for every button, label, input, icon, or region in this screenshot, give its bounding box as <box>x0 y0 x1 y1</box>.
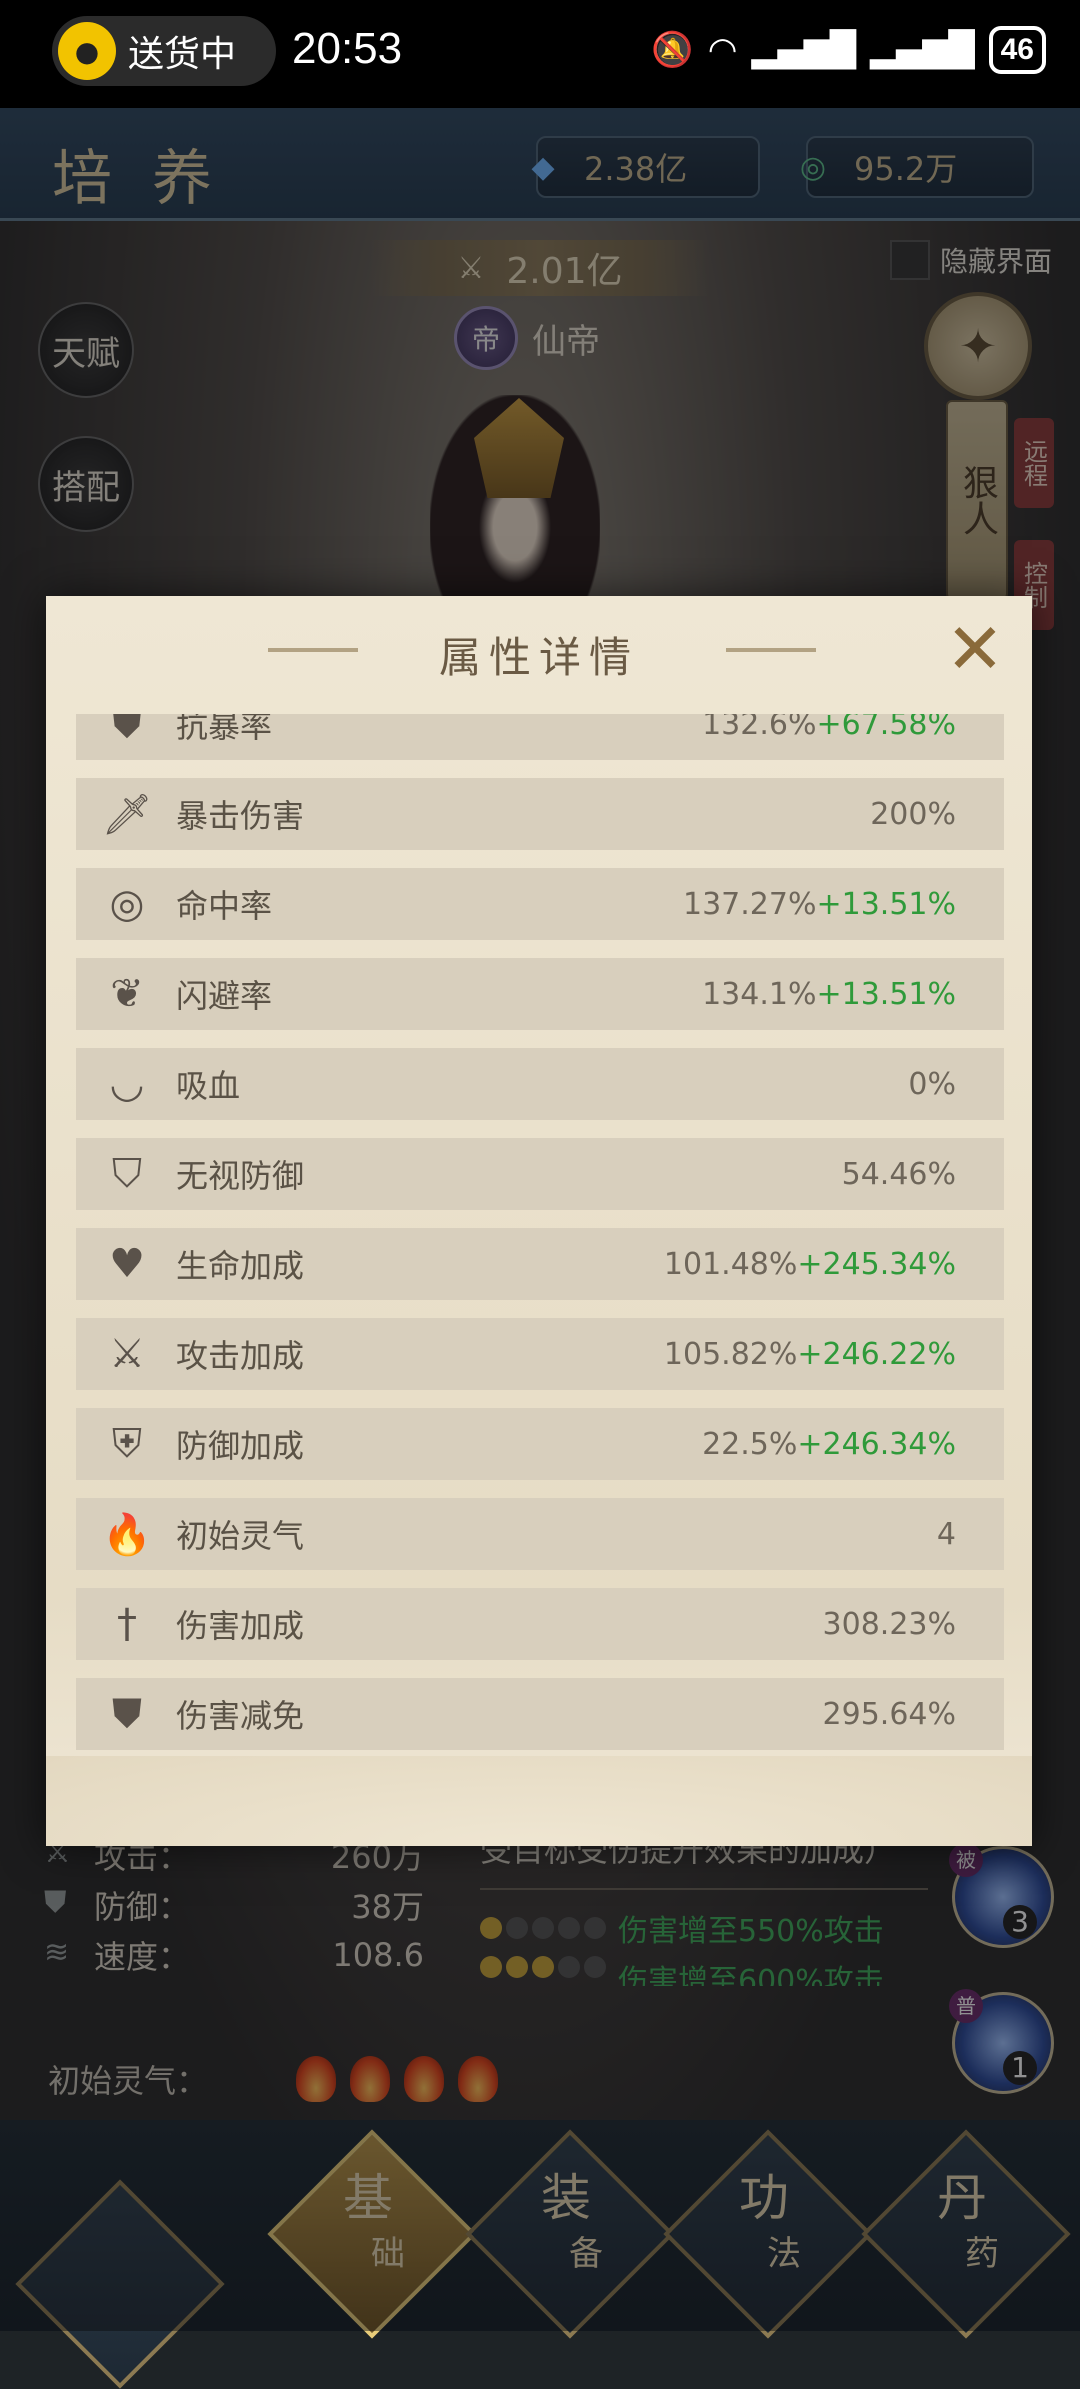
attribute-value: 101.48%+245.34% <box>664 1247 956 1282</box>
shield-plus-icon: ⛨ <box>112 1421 142 1467</box>
shield-icon: ⛊ <box>112 714 142 747</box>
signal-icon: ▂▄▆█ <box>751 30 857 70</box>
attribute-row: 🔥 初始灵气 4 <box>76 1498 1004 1570</box>
attribute-name: 吸血 <box>176 1067 241 1105</box>
wing-icon: ❦ <box>110 971 144 1017</box>
attribute-base-value: 22.5% <box>702 1426 798 1462</box>
attribute-value: 54.46% <box>842 1157 956 1192</box>
flame-icon: 🔥 <box>102 1511 152 1558</box>
attribute-bonus-value: +13.51% <box>816 976 956 1012</box>
attribute-value: 105.82%+246.22% <box>664 1337 956 1372</box>
attribute-bonus-value: +246.34% <box>797 1426 956 1462</box>
attribute-base-value: 101.48% <box>663 1246 798 1282</box>
battery-indicator: 46 <box>988 26 1046 74</box>
target-icon: ◎ <box>109 881 145 927</box>
wifi-icon: ◠ <box>707 30 738 70</box>
attribute-name: 闪避率 <box>176 977 273 1015</box>
attribute-name: 初始灵气 <box>176 1517 305 1555</box>
attribute-value: 4 <box>937 1517 956 1552</box>
attribute-bonus-value: +246.22% <box>797 1336 956 1372</box>
attribute-value: 137.27%+13.51% <box>683 887 956 922</box>
status-bar: ● 送货中 20:53 🔕 ◠ ▂▄▆█ ▂▄▆█ 46 <box>0 0 1080 108</box>
attribute-base-value: 132.6% <box>702 714 817 742</box>
clock: 20:53 <box>292 24 403 73</box>
delivery-label: 送货中 <box>128 34 237 75</box>
heart-plus-icon: ♥ <box>109 1241 145 1287</box>
attribute-name: 暴击伤害 <box>176 797 305 835</box>
attribute-row: ♥ 生命加成 101.48%+245.34% <box>76 1228 1004 1300</box>
attribute-row: ◡ 吸血 0% <box>76 1048 1004 1120</box>
mute-icon: 🔕 <box>651 30 694 70</box>
attribute-detail-modal: 属性详情 ✕ ⛊ 抗暴率 132.6%+67.58% 🗡 暴击伤害 200% ◎ 命中率 137… <box>46 596 1032 1846</box>
attribute-value: 134.1%+13.51% <box>702 977 956 1012</box>
attribute-value: 22.5%+246.34% <box>702 1427 956 1462</box>
attribute-name: 命中率 <box>176 887 273 925</box>
attribute-row: ⛊ 抗暴率 132.6%+67.58% <box>76 714 1004 760</box>
attribute-value: 295.64% <box>823 1697 956 1732</box>
attribute-value: 132.6%+67.58% <box>702 714 956 742</box>
attribute-value: 0% <box>908 1067 956 1102</box>
modal-footer <box>46 1756 1032 1846</box>
attribute-value: 308.23% <box>823 1607 956 1642</box>
attribute-row: ❦ 闪避率 134.1%+13.51% <box>76 958 1004 1030</box>
attribute-bonus-value: +67.58% <box>816 714 956 742</box>
attribute-row: † 伤害加成 308.23% <box>76 1588 1004 1660</box>
attribute-name: 无视防御 <box>176 1157 305 1195</box>
attribute-base-value: 134.1% <box>702 976 817 1012</box>
modal-title: 属性详情 <box>438 633 639 682</box>
attribute-row: 🗡 暴击伤害 200% <box>76 778 1004 850</box>
attribute-bonus-value: +245.34% <box>797 1246 956 1282</box>
attribute-base-value: 200% <box>870 796 956 832</box>
attribute-base-value: 54.46% <box>841 1156 956 1192</box>
broken-shield-icon: ⛉ <box>112 1151 142 1197</box>
status-icons: 🔕 ◠ ▂▄▆█ ▂▄▆█ 46 <box>651 26 1046 74</box>
attribute-name: 伤害加成 <box>176 1607 305 1645</box>
attribute-row: ⛉ 无视防御 54.46% <box>76 1138 1004 1210</box>
attribute-bonus-value: +13.51% <box>816 886 956 922</box>
attribute-base-value: 4 <box>936 1516 956 1552</box>
attribute-list[interactable]: ⛊ 抗暴率 132.6%+67.58% 🗡 暴击伤害 200% ◎ 命中率 137.27%+13… <box>76 714 1004 1754</box>
swords-plus-icon: ⚔ <box>109 1331 145 1377</box>
close-button[interactable]: ✕ <box>942 614 1008 684</box>
shield-reduce-icon: ⛊ <box>112 1691 142 1737</box>
attribute-row: ⛊ 伤害减免 295.64% <box>76 1678 1004 1750</box>
attribute-base-value: 105.82% <box>663 1336 798 1372</box>
attribute-base-value: 137.27% <box>682 886 817 922</box>
attribute-base-value: 308.23% <box>822 1606 956 1642</box>
attribute-row: ⛨ 防御加成 22.5%+246.34% <box>76 1408 1004 1480</box>
signal-icon-2: ▂▄▆█ <box>870 30 975 70</box>
delivery-status-pill[interactable]: ● 送货中 <box>52 16 276 86</box>
attribute-name: 伤害减免 <box>176 1697 305 1735</box>
fang-icon: ◡ <box>109 1061 145 1107</box>
attribute-name: 防御加成 <box>176 1427 305 1465</box>
attribute-name: 抗暴率 <box>176 714 273 745</box>
attribute-name: 攻击加成 <box>176 1337 305 1375</box>
attribute-row: ⚔ 攻击加成 105.82%+246.22% <box>76 1318 1004 1390</box>
delivery-app-icon: ● <box>58 22 116 80</box>
attribute-value: 200% <box>870 797 956 832</box>
attribute-row: ◎ 命中率 137.27%+13.51% <box>76 868 1004 940</box>
sword-strike-icon: † <box>117 1601 137 1647</box>
attribute-base-value: 0% <box>908 1066 956 1102</box>
attribute-name: 生命加成 <box>176 1247 305 1285</box>
sword-icon: 🗡 <box>101 791 153 838</box>
attribute-base-value: 295.64% <box>822 1696 956 1732</box>
